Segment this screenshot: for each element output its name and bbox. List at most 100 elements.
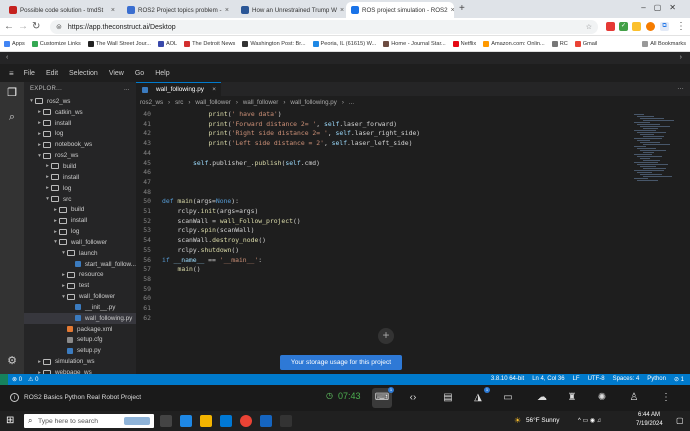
tree-folder[interactable]: ▸ test: [24, 280, 136, 291]
extension-icon-3[interactable]: [632, 22, 641, 31]
status-problems[interactable]: ⊗ 0: [12, 376, 22, 383]
editor-more-icon[interactable]: …: [677, 84, 684, 91]
breadcrumb-item[interactable]: wall_follower: [195, 99, 230, 106]
tree-file[interactable]: setup.py: [24, 345, 136, 356]
tree-folder[interactable]: ▸ install: [24, 118, 136, 129]
close-tab-icon[interactable]: ×: [212, 86, 216, 93]
tree-folder[interactable]: ▸ install: [24, 172, 136, 183]
status-item[interactable]: 3.8.10 64-bit: [491, 376, 524, 383]
tree-folder[interactable]: ▾ wall_follower: [24, 291, 136, 302]
storage-notification[interactable]: Your storage usage for this project: [280, 355, 402, 370]
tree-file[interactable]: setup.cfg: [24, 335, 136, 346]
browser-tab[interactable]: How an Unrestrained Trump W ×: [236, 2, 344, 18]
hamburger-menu-icon[interactable]: ≡: [9, 69, 14, 78]
tree-folder[interactable]: ▸ install: [24, 215, 136, 226]
status-item[interactable]: Ln 4, Col 36: [532, 376, 564, 383]
tree-folder[interactable]: ▸ log: [24, 183, 136, 194]
notebook-icon[interactable]: ▤: [438, 388, 458, 408]
close-tab-icon[interactable]: ×: [111, 7, 115, 14]
tree-file[interactable]: wall_following.py: [24, 312, 136, 324]
tree-folder[interactable]: ▾ launch: [24, 248, 136, 259]
extension-check-icon[interactable]: ✓: [619, 22, 628, 31]
file-explorer-icon[interactable]: [200, 415, 212, 427]
breadcrumb-item[interactable]: wall_following.py: [290, 99, 336, 106]
breadcrumb-item[interactable]: ros2_ws: [140, 99, 163, 106]
vertical-dots-icon[interactable]: ⋮: [656, 388, 676, 408]
bookmark-item[interactable]: Gmail: [574, 40, 597, 47]
tree-folder[interactable]: ▸ build: [24, 204, 136, 215]
status-item[interactable]: Spaces: 4: [613, 376, 640, 383]
minimap[interactable]: [628, 108, 690, 374]
menu-item[interactable]: Go: [135, 70, 144, 77]
tree-folder[interactable]: ▸ catkin_ws: [24, 107, 136, 118]
tree-folder[interactable]: ▸ resource: [24, 270, 136, 281]
task-view-icon[interactable]: [160, 415, 172, 427]
browser-tab[interactable]: ROS project simulation - ROS2 ×: [346, 2, 454, 18]
bookmark-item[interactable]: Customize Links: [31, 40, 81, 47]
editor-tab-wall-following[interactable]: wall_following.py ×: [136, 82, 221, 96]
extensions-puzzle-icon[interactable]: ⧉: [660, 22, 669, 31]
forward-icon[interactable]: →: [18, 21, 28, 33]
bookmark-item[interactable]: Peoria, IL (61615) W...: [312, 40, 376, 47]
status-item[interactable]: UTF-8: [588, 376, 605, 383]
clock-time[interactable]: 6:44 AM: [638, 412, 660, 418]
store-icon[interactable]: [280, 415, 292, 427]
window-controls-icon[interactable]: –▢✕: [641, 3, 684, 12]
back-icon[interactable]: ←: [4, 21, 14, 33]
status-problems[interactable]: ⚠ 0: [28, 376, 38, 383]
notifications-icon[interactable]: ▢: [676, 416, 684, 425]
tree-file[interactable]: start_wall_follow...: [24, 259, 136, 270]
tree-file[interactable]: __init__.py: [24, 302, 136, 313]
explorer-files-icon[interactable]: ❐: [5, 86, 19, 100]
word-icon[interactable]: [260, 415, 272, 427]
breadcrumb-item[interactable]: ...: [349, 99, 354, 106]
collapse-chevron-icon[interactable]: ‹: [6, 54, 8, 61]
tree-folder[interactable]: ▾ wall_follower: [24, 237, 136, 248]
chrome-icon[interactable]: [240, 415, 252, 427]
bookmark-item[interactable]: Home - Journal Star...: [383, 40, 446, 47]
bookmark-item[interactable]: Amazon.com: Onlin...: [483, 40, 545, 47]
remote-icon[interactable]: [0, 374, 8, 385]
people-icon[interactable]: ♙: [624, 388, 644, 408]
tree-folder[interactable]: ▸ webpage_ws: [24, 367, 136, 374]
address-bar[interactable]: ⊜ https://app.theconstruct.ai/Desktop ☆: [50, 20, 598, 34]
status-item[interactable]: LF: [573, 376, 580, 383]
tree-folder[interactable]: ▸ simulation_ws: [24, 356, 136, 367]
bookmark-item[interactable]: RC: [551, 40, 568, 47]
close-tab-icon[interactable]: ×: [340, 7, 344, 14]
close-tab-icon[interactable]: ×: [225, 7, 229, 14]
tree-folder[interactable]: ▸ notebook_ws: [24, 139, 136, 150]
graphical-tools-icon[interactable]: ▭: [498, 388, 518, 408]
edge-icon[interactable]: [180, 415, 192, 427]
breadcrumb-item[interactable]: src: [175, 99, 183, 106]
expand-chevron-icon[interactable]: ›: [680, 54, 682, 61]
windows-start-icon[interactable]: ⊞: [6, 415, 14, 427]
info-icon[interactable]: i: [10, 393, 19, 402]
site-info-icon[interactable]: ⊜: [56, 23, 62, 31]
browser-tab[interactable]: ROS2 Project topics problem - ×: [122, 2, 234, 18]
more-actions-icon[interactable]: …: [124, 86, 130, 92]
bookmark-item[interactable]: AOL: [157, 40, 177, 47]
reload-icon[interactable]: ↻: [32, 21, 40, 33]
status-item[interactable]: Python: [647, 376, 666, 383]
menu-item[interactable]: View: [109, 70, 124, 77]
tree-file[interactable]: package.xml: [24, 324, 136, 335]
all-bookmarks[interactable]: All Bookmarks: [642, 40, 686, 47]
close-tab-icon[interactable]: ×: [451, 7, 454, 14]
tree-folder[interactable]: ▾ ros2_ws: [24, 150, 136, 161]
profile-avatar[interactable]: [646, 22, 655, 31]
bookmark-item[interactable]: Netflix: [452, 40, 476, 47]
search-icon[interactable]: ⌕: [5, 110, 19, 124]
bookmark-item[interactable]: Apps: [4, 40, 25, 47]
status-item[interactable]: ⊘ 1: [674, 376, 684, 383]
extension-icon-1[interactable]: [606, 22, 615, 31]
clock-date[interactable]: 7/19/2024: [636, 421, 663, 427]
bookmark-item[interactable]: The Detroit News: [184, 40, 235, 47]
menu-item[interactable]: Selection: [69, 70, 98, 77]
robot-icon[interactable]: ♜: [562, 388, 582, 408]
bookmark-star-icon[interactable]: ☆: [586, 23, 592, 31]
code-editor-icon[interactable]: ‹›: [403, 388, 423, 408]
bookmark-item[interactable]: The Wall Street Jour...: [87, 40, 151, 47]
menu-item[interactable]: Help: [155, 70, 169, 77]
menu-item[interactable]: Edit: [46, 70, 58, 77]
